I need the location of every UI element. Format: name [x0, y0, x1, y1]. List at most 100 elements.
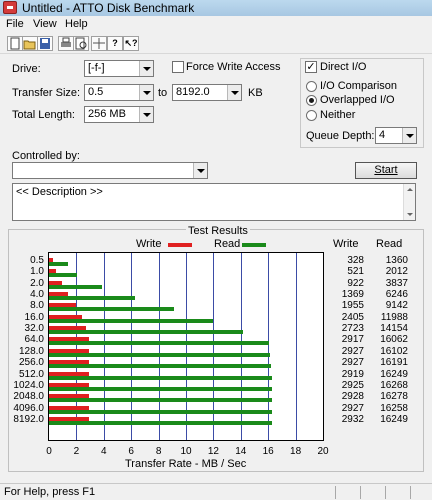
- read-value: 9142: [385, 300, 408, 312]
- start-button[interactable]: Start: [355, 162, 417, 179]
- write-column-header: Write: [333, 238, 359, 250]
- read-value: 16191: [380, 357, 408, 369]
- write-value: 1369: [341, 289, 364, 301]
- io-comparison-radio[interactable]: [306, 81, 317, 92]
- write-value: 922: [347, 277, 364, 289]
- scroll-down-icon[interactable]: [407, 213, 413, 216]
- x-tick-label: 10: [180, 446, 192, 457]
- window-title: Untitled - ATTO Disk Benchmark: [22, 1, 195, 15]
- read-value: 3837: [385, 277, 408, 289]
- status-separator: [360, 486, 361, 499]
- scroll-up-icon[interactable]: [407, 188, 413, 191]
- to-label: to: [158, 87, 168, 99]
- y-tick-label: 32.0: [24, 323, 44, 335]
- open-icon[interactable]: [22, 36, 38, 51]
- status-text: For Help, press F1: [4, 486, 96, 498]
- transfer-from-select[interactable]: 0.5: [84, 84, 154, 101]
- read-bar: [49, 420, 272, 425]
- chevron-down-icon[interactable]: [139, 107, 153, 122]
- chart-plot-area: [48, 252, 324, 441]
- chevron-down-icon[interactable]: [227, 85, 241, 100]
- x-tick-label: 4: [101, 446, 107, 457]
- read-bar: [49, 318, 214, 323]
- read-value: 2012: [385, 266, 408, 278]
- write-value: 2925: [341, 379, 364, 391]
- description-scrollbar[interactable]: [403, 184, 415, 220]
- read-bar: [49, 364, 271, 369]
- force-write-label: Force Write Access: [186, 61, 281, 73]
- write-value: 521: [347, 266, 364, 278]
- neither-radio[interactable]: [306, 110, 317, 121]
- legend-read-label: Read: [214, 238, 241, 250]
- read-column-header: Read: [376, 238, 403, 250]
- read-bar: [49, 352, 270, 357]
- read-value: 1360: [385, 255, 408, 266]
- queue-depth-select[interactable]: 4: [375, 127, 417, 144]
- direct-io-checkbox[interactable]: ✓: [305, 61, 317, 73]
- legend-write-swatch: [168, 243, 192, 247]
- write-value: 2927: [341, 357, 364, 369]
- chevron-down-icon[interactable]: [193, 163, 207, 178]
- queue-depth-label: Queue Depth:: [306, 130, 375, 142]
- read-bar: [49, 375, 272, 380]
- read-bar: [49, 409, 272, 414]
- menu-file[interactable]: File: [6, 18, 24, 30]
- x-tick-label: 2: [73, 446, 80, 457]
- controlled-by-select[interactable]: [12, 162, 208, 179]
- transfer-to-select[interactable]: 8192.0: [172, 84, 242, 101]
- print-preview-icon[interactable]: [73, 36, 89, 51]
- status-separator: [410, 486, 411, 499]
- write-value: 328: [347, 255, 364, 266]
- help-icon[interactable]: ?: [107, 36, 123, 51]
- queue-depth-value: 4: [379, 129, 386, 141]
- write-value: 2405: [341, 311, 364, 323]
- total-length-value: 256 MB: [88, 108, 126, 120]
- overlapped-io-label: Overlapped I/O: [320, 94, 395, 106]
- description-box[interactable]: << Description >>: [12, 183, 416, 221]
- read-bar: [49, 386, 272, 391]
- menu-help[interactable]: Help: [65, 18, 88, 30]
- legend-write-label: Write: [136, 238, 162, 250]
- read-value: 6246: [385, 289, 408, 301]
- status-separator: [335, 486, 336, 499]
- y-tick-label: 8.0: [30, 300, 44, 312]
- write-value: 2927: [341, 345, 364, 357]
- y-tick-label: 4.0: [30, 289, 44, 301]
- app-icon[interactable]: [3, 1, 17, 14]
- description-text: << Description >>: [16, 186, 103, 198]
- transfer-size-label: Transfer Size:: [12, 87, 81, 99]
- x-tick-label: 0: [46, 446, 52, 457]
- read-value: 16062: [380, 334, 408, 346]
- read-value: 14154: [380, 323, 408, 335]
- save-icon[interactable]: [37, 36, 53, 51]
- write-value: 2928: [341, 391, 364, 403]
- read-value: 16278: [380, 391, 408, 403]
- new-icon[interactable]: [7, 36, 23, 51]
- y-tick-label: 1024.0: [13, 379, 44, 391]
- overlapped-io-radio[interactable]: [306, 95, 317, 106]
- chevron-down-icon[interactable]: [139, 61, 153, 76]
- total-length-label: Total Length:: [12, 109, 75, 121]
- x-tick-label: 6: [128, 446, 134, 457]
- direct-io-label: Direct I/O: [320, 61, 367, 73]
- y-tick-label: 16.0: [24, 311, 44, 323]
- chevron-down-icon[interactable]: [402, 128, 416, 143]
- menu-view[interactable]: View: [33, 18, 57, 30]
- context-help-icon[interactable]: ↖?: [123, 36, 139, 51]
- read-bar: [49, 284, 102, 289]
- read-value: 16249: [380, 368, 408, 380]
- x-axis-title: Transfer Rate - MB / Sec: [125, 458, 247, 470]
- legend-read-swatch: [242, 243, 266, 247]
- x-tick-label: 16: [262, 446, 274, 457]
- drive-select[interactable]: [-f-]: [84, 60, 154, 77]
- write-value: 2723: [341, 323, 364, 335]
- force-write-checkbox[interactable]: [172, 61, 184, 73]
- gridline: [295, 253, 297, 440]
- chevron-down-icon[interactable]: [139, 85, 153, 100]
- print-icon[interactable]: [58, 36, 74, 51]
- read-bar: [49, 296, 135, 301]
- total-length-select[interactable]: 256 MB: [84, 106, 154, 123]
- read-bar: [49, 273, 77, 278]
- x-tick-label: 8: [155, 446, 162, 457]
- move-icon[interactable]: [91, 36, 107, 51]
